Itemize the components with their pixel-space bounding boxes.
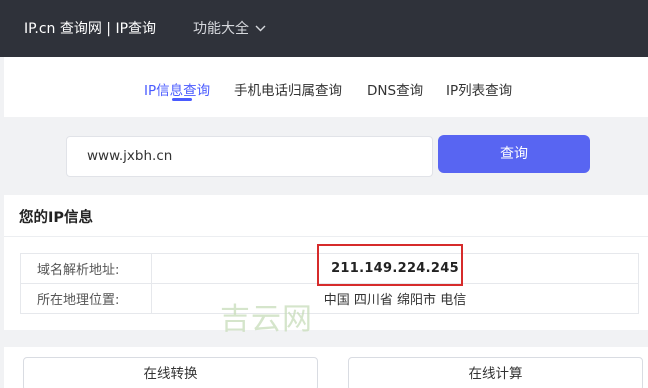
tab-dns-lookup[interactable]: DNS查询 [367,79,423,99]
table-row: 域名解析地址: 211.149.224.245 [20,253,639,284]
tab-bar: IP信息查询 手机电话归属查询 DNS查询 IP列表查询 [4,57,648,117]
table-row: 所在地理位置: 中国 四川省 绵阳市 电信 [20,283,639,314]
divider [4,236,648,237]
ip-info-table: 域名解析地址: 211.149.224.245 所在地理位置: 中国 四川省 绵… [20,253,639,314]
tab-ip-info[interactable]: IP信息查询 [144,79,210,99]
search-button[interactable]: 查询 [438,135,590,173]
online-calculate-button[interactable]: 在线计算 [348,357,643,388]
location-value: 中国 四川省 绵阳市 电信 [151,283,639,314]
online-convert-button[interactable]: 在线转换 [23,357,318,388]
resolved-ip-value: 211.149.224.245 [151,253,639,284]
resolved-address-label: 域名解析地址: [20,253,152,284]
tab-phone-lookup[interactable]: 手机电话归属查询 [234,79,342,99]
site-brand[interactable]: IP.cn 查询网 | IP查询 [24,18,156,38]
top-navigation-bar: IP.cn 查询网 | IP查询 功能大全 [0,0,648,57]
active-tab-indicator [172,98,192,101]
ip-info-title: 您的IP信息 [19,210,94,226]
domain-search-input[interactable]: www.jxbh.cn [66,136,433,177]
tab-ip-list[interactable]: IP列表查询 [446,79,512,99]
features-menu[interactable]: 功能大全 [193,18,266,38]
features-menu-label: 功能大全 [193,21,249,37]
chevron-down-icon [255,25,266,31]
location-label: 所在地理位置: [20,283,152,314]
